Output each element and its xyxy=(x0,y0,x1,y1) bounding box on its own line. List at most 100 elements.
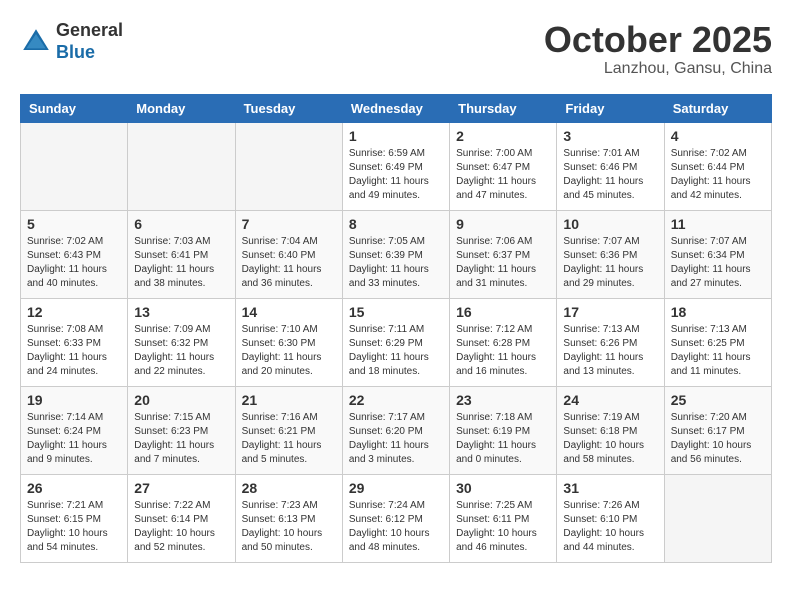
day-info: Sunrise: 7:26 AM Sunset: 6:10 PM Dayligh… xyxy=(563,499,657,555)
calendar-cell: 27Sunrise: 7:22 AM Sunset: 6:14 PM Dayli… xyxy=(128,474,235,562)
day-info: Sunrise: 7:14 AM Sunset: 6:24 PM Dayligh… xyxy=(27,411,121,467)
weekday-header-sunday: Sunday xyxy=(21,94,128,122)
day-number: 30 xyxy=(456,480,550,496)
day-info: Sunrise: 7:13 AM Sunset: 6:26 PM Dayligh… xyxy=(563,323,657,379)
calendar-cell: 14 Sunrise: 7:10 AM Sunset: 6:30 PM Dayli… xyxy=(235,298,342,386)
weekday-header-wednesday: Wednesday xyxy=(342,94,449,122)
calendar-cell: 6 Sunrise: 7:03 AM Sunset: 6:41 PM Daylig… xyxy=(128,210,235,298)
day-info: Sunrise: 7:12 AM Sunset: 6:28 PM Dayligh… xyxy=(456,323,550,379)
day-info: Sunrise: 7:16 AM Sunset: 6:21 PM Dayligh… xyxy=(242,411,336,467)
calendar-cell: 13 Sunrise: 7:09 AM Sunset: 6:32 PM Dayli… xyxy=(128,298,235,386)
day-number: 18 xyxy=(671,304,765,320)
calendar-week-row: 1 Sunrise: 6:59 AM Sunset: 6:49 PM Daylig… xyxy=(21,122,772,210)
day-number: 4 xyxy=(671,128,765,144)
weekday-header-monday: Monday xyxy=(128,94,235,122)
calendar-cell xyxy=(128,122,235,210)
day-number: 6 xyxy=(134,216,228,232)
day-number: 5 xyxy=(27,216,121,232)
calendar-cell: 19 Sunrise: 7:14 AM Sunset: 6:24 PM Dayli… xyxy=(21,386,128,474)
day-info: Sunrise: 7:02 AM Sunset: 6:43 PM Dayligh… xyxy=(27,235,121,291)
day-number: 25 xyxy=(671,392,765,408)
calendar-week-row: 19 Sunrise: 7:14 AM Sunset: 6:24 PM Dayli… xyxy=(21,386,772,474)
calendar-cell: 26Sunrise: 7:21 AM Sunset: 6:15 PM Dayli… xyxy=(21,474,128,562)
calendar-week-row: 5 Sunrise: 7:02 AM Sunset: 6:43 PM Daylig… xyxy=(21,210,772,298)
day-number: 24 xyxy=(563,392,657,408)
day-number: 19 xyxy=(27,392,121,408)
day-number: 10 xyxy=(563,216,657,232)
day-number: 21 xyxy=(242,392,336,408)
day-info: Sunrise: 6:59 AM Sunset: 6:49 PM Dayligh… xyxy=(349,147,443,203)
day-number: 1 xyxy=(349,128,443,144)
calendar-cell xyxy=(235,122,342,210)
day-info: Sunrise: 7:04 AM Sunset: 6:40 PM Dayligh… xyxy=(242,235,336,291)
day-number: 3 xyxy=(563,128,657,144)
location-text: Lanzhou, Gansu, China xyxy=(544,60,772,78)
calendar-cell: 21 Sunrise: 7:16 AM Sunset: 6:21 PM Dayli… xyxy=(235,386,342,474)
calendar-cell: 1 Sunrise: 6:59 AM Sunset: 6:49 PM Daylig… xyxy=(342,122,449,210)
calendar-cell: 11Sunrise: 7:07 AM Sunset: 6:34 PM Dayli… xyxy=(664,210,771,298)
day-info: Sunrise: 7:01 AM Sunset: 6:46 PM Dayligh… xyxy=(563,147,657,203)
calendar-week-row: 12 Sunrise: 7:08 AM Sunset: 6:33 PM Dayli… xyxy=(21,298,772,386)
day-number: 14 xyxy=(242,304,336,320)
month-title: October 2025 xyxy=(544,20,772,60)
calendar-cell: 17 Sunrise: 7:13 AM Sunset: 6:26 PM Dayli… xyxy=(557,298,664,386)
weekday-header-tuesday: Tuesday xyxy=(235,94,342,122)
day-info: Sunrise: 7:05 AM Sunset: 6:39 PM Dayligh… xyxy=(349,235,443,291)
day-number: 13 xyxy=(134,304,228,320)
day-info: Sunrise: 7:25 AM Sunset: 6:11 PM Dayligh… xyxy=(456,499,550,555)
day-info: Sunrise: 7:10 AM Sunset: 6:30 PM Dayligh… xyxy=(242,323,336,379)
calendar-cell: 18 Sunrise: 7:13 AM Sunset: 6:25 PM Dayli… xyxy=(664,298,771,386)
title-block: October 2025 Lanzhou, Gansu, China xyxy=(544,20,772,78)
day-number: 23 xyxy=(456,392,550,408)
day-info: Sunrise: 7:17 AM Sunset: 6:20 PM Dayligh… xyxy=(349,411,443,467)
calendar-cell: 15 Sunrise: 7:11 AM Sunset: 6:29 PM Dayli… xyxy=(342,298,449,386)
weekday-header-row: SundayMondayTuesdayWednesdayThursdayFrid… xyxy=(21,94,772,122)
calendar-cell: 23Sunrise: 7:18 AM Sunset: 6:19 PM Dayli… xyxy=(450,386,557,474)
day-info: Sunrise: 7:15 AM Sunset: 6:23 PM Dayligh… xyxy=(134,411,228,467)
weekday-header-saturday: Saturday xyxy=(664,94,771,122)
logo: General Blue xyxy=(20,20,123,63)
logo-blue-text: Blue xyxy=(56,42,95,62)
day-number: 31 xyxy=(563,480,657,496)
calendar-cell: 10 Sunrise: 7:07 AM Sunset: 6:36 PM Dayli… xyxy=(557,210,664,298)
day-info: Sunrise: 7:08 AM Sunset: 6:33 PM Dayligh… xyxy=(27,323,121,379)
day-info: Sunrise: 7:20 AM Sunset: 6:17 PM Dayligh… xyxy=(671,411,765,467)
calendar-cell xyxy=(664,474,771,562)
weekday-header-friday: Friday xyxy=(557,94,664,122)
day-info: Sunrise: 7:09 AM Sunset: 6:32 PM Dayligh… xyxy=(134,323,228,379)
calendar-cell: 30 Sunrise: 7:25 AM Sunset: 6:11 PM Dayli… xyxy=(450,474,557,562)
calendar-cell: 5 Sunrise: 7:02 AM Sunset: 6:43 PM Daylig… xyxy=(21,210,128,298)
day-number: 9 xyxy=(456,216,550,232)
day-number: 15 xyxy=(349,304,443,320)
calendar-cell: 24Sunrise: 7:19 AM Sunset: 6:18 PM Dayli… xyxy=(557,386,664,474)
day-number: 12 xyxy=(27,304,121,320)
day-info: Sunrise: 7:24 AM Sunset: 6:12 PM Dayligh… xyxy=(349,499,443,555)
calendar-cell: 9 Sunrise: 7:06 AM Sunset: 6:37 PM Daylig… xyxy=(450,210,557,298)
calendar-cell: 12 Sunrise: 7:08 AM Sunset: 6:33 PM Dayli… xyxy=(21,298,128,386)
day-info: Sunrise: 7:02 AM Sunset: 6:44 PM Dayligh… xyxy=(671,147,765,203)
calendar-cell: 8 Sunrise: 7:05 AM Sunset: 6:39 PM Daylig… xyxy=(342,210,449,298)
day-info: Sunrise: 7:11 AM Sunset: 6:29 PM Dayligh… xyxy=(349,323,443,379)
calendar-cell: 20 Sunrise: 7:15 AM Sunset: 6:23 PM Dayli… xyxy=(128,386,235,474)
day-info: Sunrise: 7:06 AM Sunset: 6:37 PM Dayligh… xyxy=(456,235,550,291)
day-number: 8 xyxy=(349,216,443,232)
weekday-header-thursday: Thursday xyxy=(450,94,557,122)
day-number: 28 xyxy=(242,480,336,496)
calendar-cell: 25 Sunrise: 7:20 AM Sunset: 6:17 PM Dayli… xyxy=(664,386,771,474)
day-number: 22 xyxy=(349,392,443,408)
day-number: 7 xyxy=(242,216,336,232)
calendar-cell: 3 Sunrise: 7:01 AM Sunset: 6:46 PM Daylig… xyxy=(557,122,664,210)
day-info: Sunrise: 7:00 AM Sunset: 6:47 PM Dayligh… xyxy=(456,147,550,203)
calendar-cell: 4 Sunrise: 7:02 AM Sunset: 6:44 PM Daylig… xyxy=(664,122,771,210)
day-info: Sunrise: 7:07 AM Sunset: 6:36 PM Dayligh… xyxy=(563,235,657,291)
calendar-cell: 29Sunrise: 7:24 AM Sunset: 6:12 PM Dayli… xyxy=(342,474,449,562)
calendar-week-row: 26Sunrise: 7:21 AM Sunset: 6:15 PM Dayli… xyxy=(21,474,772,562)
day-number: 17 xyxy=(563,304,657,320)
calendar-cell: 16Sunrise: 7:12 AM Sunset: 6:28 PM Dayli… xyxy=(450,298,557,386)
day-info: Sunrise: 7:03 AM Sunset: 6:41 PM Dayligh… xyxy=(134,235,228,291)
calendar-table: SundayMondayTuesdayWednesdayThursdayFrid… xyxy=(20,94,772,563)
page-header: General Blue October 2025 Lanzhou, Gansu… xyxy=(20,20,772,78)
day-info: Sunrise: 7:13 AM Sunset: 6:25 PM Dayligh… xyxy=(671,323,765,379)
day-number: 20 xyxy=(134,392,228,408)
day-info: Sunrise: 7:23 AM Sunset: 6:13 PM Dayligh… xyxy=(242,499,336,555)
